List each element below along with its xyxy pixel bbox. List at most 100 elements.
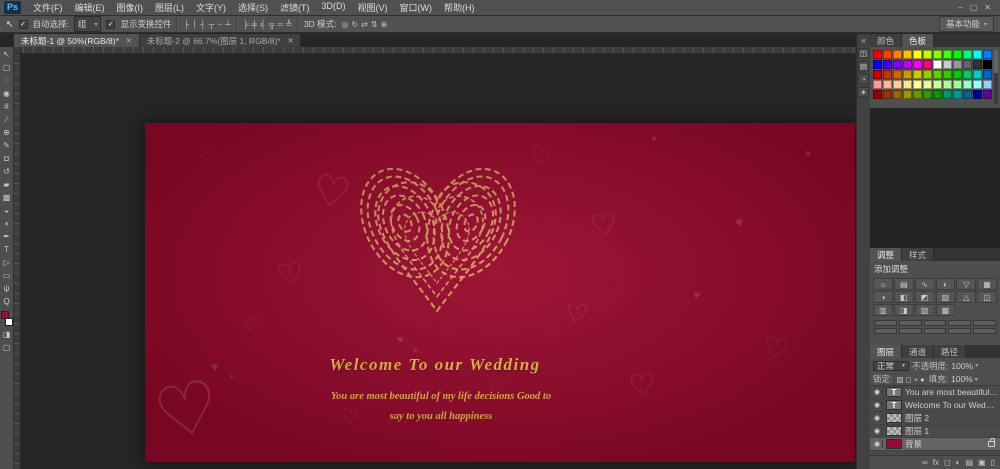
blend-mode-select[interactable]: 正常▾ xyxy=(873,361,909,371)
color-swatch[interactable] xyxy=(953,80,962,89)
close-tab-icon[interactable]: ✕ xyxy=(288,37,294,45)
align-icon[interactable]: ┴ xyxy=(225,20,231,29)
eyedropper-tool[interactable]: ∕ xyxy=(0,113,14,126)
document-tab[interactable]: 未标题-2 @ 66.7%(图层 1, RGB/8)* ✕ xyxy=(140,34,302,47)
menu-item[interactable]: 视图(V) xyxy=(352,0,394,16)
color-swatch[interactable] xyxy=(973,80,982,89)
color-swatch[interactable] xyxy=(943,60,952,69)
color-swatch[interactable] xyxy=(973,60,982,69)
dock-panel-icon[interactable]: ✦ xyxy=(858,87,869,97)
color-swatch[interactable] xyxy=(983,90,992,99)
history-brush-tool[interactable]: ↺ xyxy=(0,165,14,178)
color-swatch[interactable] xyxy=(913,90,922,99)
threshold-icon[interactable]: ◨ xyxy=(894,304,914,316)
color-swatch[interactable] xyxy=(943,90,952,99)
color-swatch[interactable] xyxy=(903,80,912,89)
mode-3d-icon[interactable]: ◎ xyxy=(341,20,348,29)
panel-tab[interactable]: 路径 xyxy=(934,345,966,358)
color-swatch[interactable] xyxy=(883,80,892,89)
menu-item[interactable]: 文件(F) xyxy=(27,0,69,16)
color-swatch[interactable] xyxy=(913,50,922,59)
show-transform-checkbox[interactable]: ✓ xyxy=(106,20,115,29)
swatches-scrollbar[interactable] xyxy=(994,50,998,104)
color-swatch[interactable] xyxy=(923,70,932,79)
color-swatch[interactable] xyxy=(913,60,922,69)
dodge-tool[interactable]: ◖ xyxy=(0,217,14,230)
vertical-ruler[interactable] xyxy=(14,54,21,469)
screen-mode-button[interactable]: ▢ xyxy=(0,341,14,354)
color-lookup-icon[interactable]: △ xyxy=(956,291,976,303)
workspace-switcher[interactable]: 基本功能▾ xyxy=(939,16,994,32)
posterize-icon[interactable]: ▥ xyxy=(873,304,893,316)
rectangular-marquee-tool[interactable]: ▢ xyxy=(0,61,14,74)
color-swatch[interactable] xyxy=(983,70,992,79)
window-control-button[interactable]: ▢ xyxy=(970,3,978,12)
color-swatch[interactable] xyxy=(933,70,942,79)
pen-tool[interactable]: ✒ xyxy=(0,230,14,243)
color-swatch[interactable] xyxy=(963,90,972,99)
dock-panel-icon[interactable]: ◔ xyxy=(858,74,869,84)
align-icon[interactable]: ┬ xyxy=(209,20,215,29)
spot-healing-brush-tool[interactable]: ⊕ xyxy=(0,126,14,139)
foreground-color-swatch[interactable] xyxy=(1,311,9,319)
color-swatch[interactable] xyxy=(923,50,932,59)
color-swatch[interactable] xyxy=(923,60,932,69)
dock-panel-icon[interactable]: ◫ xyxy=(858,48,869,58)
quick-selection-tool[interactable]: ◉ xyxy=(0,87,14,100)
wedding-card-document[interactable]: ♡♡♡♡♥♥♡♡♥♥♡♡♡♡♥♥♡♥♥ xyxy=(145,123,855,462)
color-swatch[interactable] xyxy=(873,90,882,99)
brush-tool[interactable]: ✎ xyxy=(0,139,14,152)
layer-row-subtitle-text[interactable]: ◉ T You are most beautiful o... xyxy=(870,386,1000,399)
color-swatch[interactable] xyxy=(923,80,932,89)
lock-option-icon[interactable]: ● xyxy=(919,375,926,384)
panel-tab[interactable]: 调整 xyxy=(870,248,902,261)
auto-select-dropdown[interactable]: 组▾ xyxy=(74,16,102,32)
fill-value[interactable]: 100%▾ xyxy=(951,374,978,384)
curves-icon[interactable]: ∿ xyxy=(915,278,935,290)
blur-tool[interactable]: ◒ xyxy=(0,204,14,217)
color-swatch[interactable] xyxy=(933,80,942,89)
hand-tool[interactable]: ψ xyxy=(0,282,14,295)
menu-item[interactable]: 图像(I) xyxy=(111,0,150,16)
color-swatch[interactable] xyxy=(923,90,932,99)
invert-icon[interactable]: ◫ xyxy=(977,291,997,303)
color-swatch[interactable] xyxy=(903,50,912,59)
align-icon[interactable]: ┆ xyxy=(192,20,197,29)
adjustment-preset[interactable] xyxy=(973,328,996,334)
hue-saturation-icon[interactable]: ▦ xyxy=(977,278,997,290)
photo-filter-icon[interactable]: ◩ xyxy=(915,291,935,303)
layer-row-layer1[interactable]: ◉ 图层 1 xyxy=(870,425,1000,438)
align-icon[interactable]: ├ xyxy=(183,20,189,29)
adjustment-preset[interactable] xyxy=(924,328,947,334)
black-white-icon[interactable]: ◧ xyxy=(894,291,914,303)
type-tool[interactable]: T xyxy=(0,243,14,256)
adjustment-preset[interactable] xyxy=(899,320,922,326)
visibility-eye-icon[interactable]: ◉ xyxy=(872,427,883,435)
color-swatch[interactable] xyxy=(953,90,962,99)
close-tab-icon[interactable]: ✕ xyxy=(126,37,132,45)
new-layer-icon[interactable]: ▣ xyxy=(978,458,986,467)
color-swatch[interactable] xyxy=(883,70,892,79)
layer-mask-icon[interactable]: ◻ xyxy=(944,458,951,467)
lasso-tool[interactable]: ◌ xyxy=(0,74,14,87)
menu-item[interactable]: 编辑(E) xyxy=(69,0,111,16)
layer-row-title-text[interactable]: ◉ T Welcome To our Wedding xyxy=(870,399,1000,412)
distribute-icon[interactable]: ╦ xyxy=(269,20,275,29)
color-swatch[interactable] xyxy=(873,80,882,89)
gradient-map-icon[interactable]: ▧ xyxy=(915,304,935,316)
menu-item[interactable]: 图层(L) xyxy=(149,0,190,16)
color-swatch[interactable] xyxy=(883,50,892,59)
canvas-area[interactable]: ♡♡♡♡♥♥♡♡♥♥♡♡♡♡♥♥♡♥♥ xyxy=(21,54,856,469)
menu-item[interactable]: 3D(D) xyxy=(316,0,352,16)
color-swatch[interactable] xyxy=(983,50,992,59)
color-swatch[interactable] xyxy=(883,60,892,69)
distribute-icon[interactable]: ╡ xyxy=(260,20,266,29)
color-swatch[interactable] xyxy=(893,90,902,99)
color-swatch[interactable] xyxy=(953,70,962,79)
window-control-button[interactable]: – xyxy=(958,3,962,12)
color-swatch[interactable] xyxy=(943,70,952,79)
adjustment-preset[interactable] xyxy=(899,328,922,334)
path-selection-tool[interactable]: ▷ xyxy=(0,256,14,269)
distribute-icon[interactable]: ═ xyxy=(278,20,284,29)
panel-tab[interactable]: 图层 xyxy=(870,345,902,358)
